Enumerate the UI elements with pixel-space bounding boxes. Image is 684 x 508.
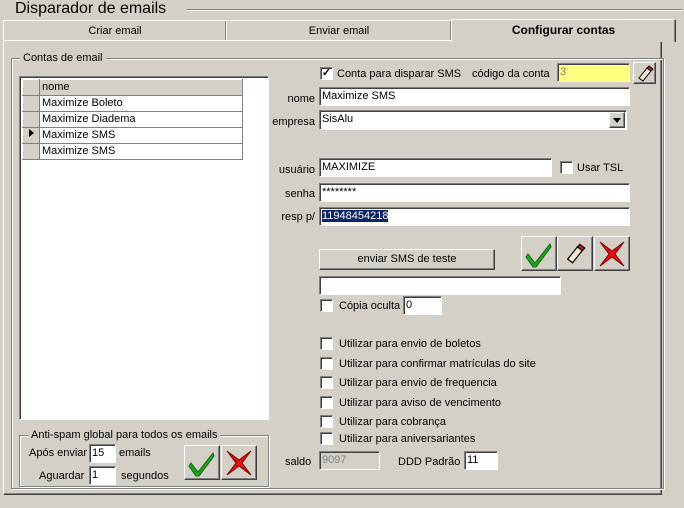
antispam-legend: Anti-spam global para todos os emails: [28, 428, 221, 442]
row-pointer-icon: [29, 129, 34, 137]
option-cobranca-label: Utilizar para cobrança: [339, 416, 446, 428]
ddd-input[interactable]: 11: [464, 451, 498, 470]
option-boletos-label: Utilizar para envio de boletos: [339, 338, 481, 350]
empresa-value: SisAlu: [322, 113, 354, 125]
option-aniversariantes-checkbox[interactable]: [320, 432, 333, 445]
resp-value: 11948454218: [322, 210, 389, 222]
contas-legend: Contas de email: [20, 51, 106, 65]
window-title-bar: Disparador de emails: [3, 0, 682, 18]
tsl-label: Usar TSL: [577, 162, 624, 174]
usuario-label: usuário: [278, 164, 315, 176]
nome-input[interactable]: Maximize SMS: [319, 87, 630, 106]
aguardar-input[interactable]: 1: [89, 466, 116, 485]
test-sms-button[interactable]: enviar SMS de teste: [319, 249, 495, 270]
nome-label: nome: [287, 93, 315, 105]
grid-header-row: nome: [22, 79, 243, 96]
cancel-x-icon: [226, 450, 252, 476]
row-indicator: [22, 127, 40, 144]
row-name[interactable]: Maximize Boleto: [39, 95, 243, 112]
table-row[interactable]: Maximize Diadema: [22, 111, 243, 128]
empresa-select[interactable]: SisAlu: [319, 110, 627, 130]
save-button[interactable]: [521, 236, 557, 271]
usuario-input[interactable]: MAXIMIZE: [319, 158, 552, 177]
tab-enviar-email[interactable]: Enviar email: [226, 20, 452, 40]
apos-unit: emails: [119, 447, 151, 459]
ddd-label: DDD Padrão: [398, 456, 461, 468]
saldo-label: saldo: [285, 456, 312, 468]
option-boletos-checkbox[interactable]: [320, 337, 333, 350]
checkmark-icon: [525, 242, 552, 268]
option-cobranca-checkbox[interactable]: [320, 415, 333, 428]
tab-label: Configurar contas: [511, 23, 616, 37]
eraser-icon: [637, 65, 654, 82]
resp-input[interactable]: 11948454218: [319, 207, 630, 226]
copia-label: Cópia oculta: [339, 300, 401, 312]
window-title: Disparador de emails: [13, 0, 169, 18]
tsl-checkbox[interactable]: [560, 161, 573, 174]
aguardar-label: Aguardar: [39, 470, 85, 482]
table-row[interactable]: Maximize Boleto: [22, 95, 243, 112]
senha-label: senha: [285, 188, 315, 200]
senha-input[interactable]: ********: [319, 183, 630, 202]
copia-input[interactable]: 0: [403, 296, 442, 315]
cancel-button[interactable]: [594, 236, 630, 271]
edit-button[interactable]: [557, 236, 593, 271]
antispam-cancel-button[interactable]: [221, 445, 257, 480]
cancel-x-icon: [599, 241, 625, 267]
option-frequencia-label: Utilizar para envio de frequencia: [339, 377, 497, 389]
table-row[interactable]: Maximize SMS: [22, 143, 243, 160]
test-sms-label: enviar SMS de teste: [357, 253, 457, 265]
row-name[interactable]: Maximize Diadema: [39, 111, 243, 128]
accounts-grid[interactable]: nome Maximize Boleto Maximize Diadema Ma…: [19, 76, 269, 420]
table-row[interactable]: Maximize SMS: [22, 127, 243, 144]
edit-codigo-button[interactable]: [633, 62, 656, 84]
checkmark-icon: [188, 451, 215, 477]
chevron-down-icon: [613, 118, 621, 123]
aguardar-unit: segundos: [121, 470, 169, 482]
codigo-label: código da conta: [472, 68, 550, 80]
tab-criar-email[interactable]: Criar email: [3, 20, 227, 40]
tab-configurar-contas[interactable]: Configurar contas: [451, 19, 676, 42]
option-vencimento-label: Utilizar para aviso de vencimento: [339, 397, 502, 409]
apos-label: Após enviar: [29, 447, 88, 459]
antispam-save-button[interactable]: [184, 445, 220, 480]
option-matriculas-label: Utilizar para confirmar matrículas do si…: [339, 358, 536, 370]
codigo-input[interactable]: 3: [557, 63, 630, 82]
test-destination-input[interactable]: [319, 276, 561, 295]
sms-check-label: Conta para disparar SMS: [337, 68, 462, 80]
empresa-label: empresa: [272, 116, 315, 128]
option-aniversariantes-label: Utilizar para aniversariantes: [339, 433, 476, 445]
option-matriculas-checkbox[interactable]: [320, 357, 333, 370]
apos-input[interactable]: 15: [89, 444, 116, 463]
tab-label: Enviar email: [308, 25, 370, 37]
sms-checkbox[interactable]: ✓: [320, 67, 333, 80]
row-name[interactable]: Maximize SMS: [39, 127, 243, 144]
resp-label: resp p/: [281, 211, 315, 223]
tab-label: Criar email: [88, 25, 142, 37]
option-frequencia-checkbox[interactable]: [320, 376, 333, 389]
saldo-input: 9097: [319, 451, 380, 470]
option-vencimento-checkbox[interactable]: [320, 396, 333, 409]
column-header-nome[interactable]: nome: [39, 79, 243, 96]
row-name[interactable]: Maximize SMS: [39, 143, 243, 160]
accounts-table: nome Maximize Boleto Maximize Diadema Ma…: [22, 79, 243, 160]
empresa-dropdown-button[interactable]: [609, 112, 625, 128]
eraser-icon: [566, 243, 586, 264]
copia-checkbox[interactable]: [320, 299, 333, 312]
